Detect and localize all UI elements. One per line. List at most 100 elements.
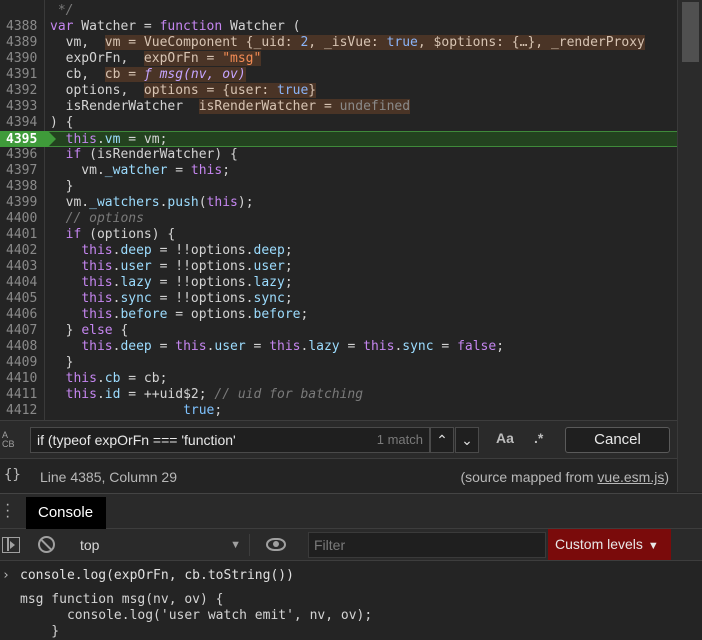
line-number[interactable]: 4389 [6, 35, 42, 51]
code-line: 4388 var Watcher = function Watcher ( [0, 19, 677, 35]
line-number[interactable]: 4409 [6, 355, 42, 371]
line-number[interactable]: 4398 [6, 179, 42, 195]
code-text: this.deep = !!options.deep; [81, 243, 293, 258]
editor-scrollbar-thumb[interactable] [682, 2, 699, 62]
log-levels-dropdown[interactable]: Custom levels ▼ [548, 529, 671, 560]
editor-status-bar: {} Line 4385, Column 29 (source mapped f… [0, 458, 677, 493]
line-number[interactable]: 4397 [6, 163, 42, 179]
source-map-info: (source mapped from vue.esm.js) [460, 469, 669, 485]
prompt-chevron-icon: › [2, 568, 10, 583]
code-line: 4396 if (isRenderWatcher) { [0, 147, 677, 163]
line-number[interactable]: 4410 [6, 371, 42, 387]
clear-console-icon[interactable] [38, 536, 55, 553]
code-line: 4393 isRenderWatcher isRenderWatcher = u… [0, 99, 677, 115]
line-number[interactable]: 4406 [6, 307, 42, 323]
match-count: 1 match [376, 432, 423, 447]
more-options-icon[interactable]: · · · [5, 497, 13, 525]
line-number[interactable]: 4388 [6, 19, 42, 35]
code-text: var Watcher = function Watcher ( [50, 19, 301, 34]
chevron-up-icon: ⌃ [436, 432, 448, 448]
code-text: // options [65, 211, 144, 226]
code-line: 4394 ) { [0, 115, 677, 131]
replace-toggle-icon[interactable]: A CB [2, 431, 24, 453]
line-number[interactable]: 4390 [6, 51, 42, 67]
show-sidebar-icon[interactable] [2, 537, 20, 553]
search-input[interactable]: if (typeof expOrFn === 'function' 1 matc… [30, 427, 430, 453]
code-line: 4407 } else { [0, 323, 677, 339]
regex-button[interactable]: .* [534, 430, 543, 446]
execution-line: 4395 this.vm = vm; [0, 131, 677, 147]
previous-match-button[interactable]: ⌃ [430, 427, 454, 453]
line-number[interactable]: 4404 [6, 275, 42, 291]
code-line: 4398 } [0, 179, 677, 195]
line-number[interactable]: 4392 [6, 83, 42, 99]
line-number[interactable]: 4402 [6, 243, 42, 259]
match-case-button[interactable]: Aa [496, 430, 514, 446]
chevron-down-icon: ⌄ [461, 432, 473, 448]
code-text: this.id = ++uid$2; // uid for batching [65, 387, 364, 402]
console-output[interactable]: › console.log(expOrFn, cb.toString()) ms… [0, 561, 702, 640]
cursor-position: Line 4385, Column 29 [40, 469, 177, 485]
line-number[interactable]: 4393 [6, 99, 42, 115]
line-number[interactable]: 4407 [6, 323, 42, 339]
code-line: 4409 } [0, 355, 677, 371]
code-text: vm._watchers.push(this); [50, 195, 254, 210]
live-expression-eye-icon[interactable] [266, 538, 286, 551]
line-number[interactable]: 4405 [6, 291, 42, 307]
code-text: vm._watcher = this; [50, 163, 231, 178]
code-text: if (options) { [65, 227, 176, 242]
code-text: true; [183, 403, 223, 418]
code-line: 4399 vm._watchers.push(this); [0, 195, 677, 211]
code-text: this.lazy = !!options.lazy; [81, 275, 293, 290]
cancel-search-button[interactable]: Cancel [565, 427, 670, 453]
source-editor[interactable]: */4388 var Watcher = function Watcher (43… [0, 0, 677, 420]
code-text: this.sync = !!options.sync; [81, 291, 293, 306]
caret-down-icon: ▼ [647, 540, 659, 552]
code-text: } else { [50, 323, 129, 338]
console-output-line: msg function msg(nv, ov) { [20, 592, 224, 607]
code-line: 4406 this.before = options.before; [0, 307, 677, 323]
code-line: 4410 this.cb = cb; [0, 371, 677, 387]
code-text: if (isRenderWatcher) { [65, 147, 238, 162]
line-number[interactable]: 4399 [6, 195, 42, 211]
code-line: 4389 vm, vm = VueComponent {_uid: 2, _is… [0, 35, 677, 51]
code-line: 4403 this.user = !!options.user; [0, 259, 677, 275]
code-line: 4411 this.id = ++uid$2; // uid for batch… [0, 387, 677, 403]
line-number[interactable]: 4401 [6, 227, 42, 243]
line-number[interactable]: 4395 [6, 132, 42, 148]
console-command: console.log(expOrFn, cb.toString()) [20, 568, 294, 583]
line-number[interactable]: 4412 [6, 403, 42, 419]
code-line: 4412 true; [0, 403, 677, 419]
editor-scrollbar[interactable] [677, 0, 702, 492]
code-text: options, options = {user: true} [50, 83, 317, 98]
caret-down-icon: ▼ [230, 539, 241, 551]
line-number[interactable]: 4408 [6, 339, 42, 355]
tab-console[interactable]: Console [26, 497, 106, 529]
code-line: 4408 this.deep = this.user = this.lazy =… [0, 339, 677, 355]
code-text: ) { [50, 115, 74, 130]
code-text: this.cb = cb; [65, 371, 168, 386]
line-number[interactable]: 4403 [6, 259, 42, 275]
code-text: this.user = !!options.user; [81, 259, 293, 274]
code-line: 4404 this.lazy = !!options.lazy; [0, 275, 677, 291]
drawer-header: · · · Console [0, 493, 702, 529]
next-match-button[interactable]: ⌄ [455, 427, 479, 453]
code-line: 4405 this.sync = !!options.sync; [0, 291, 677, 307]
filter-input[interactable]: Filter [308, 532, 546, 558]
search-query: if (typeof expOrFn === 'function' [37, 432, 236, 448]
context-selector[interactable]: top ▼ [72, 534, 250, 556]
console-output-line: console.log('user watch emit', nv, ov); [20, 608, 373, 623]
line-number[interactable]: 4396 [6, 147, 42, 163]
line-number[interactable]: 4411 [6, 387, 42, 403]
line-number[interactable]: 4391 [6, 67, 42, 83]
code-text: vm, vm = VueComponent {_uid: 2, _isVue: … [50, 35, 645, 50]
code-text: } [50, 355, 74, 370]
code-line: 4402 this.deep = !!options.deep; [0, 243, 677, 259]
source-file-link[interactable]: vue.esm.js [597, 469, 664, 485]
line-number[interactable]: 4400 [6, 211, 42, 227]
console-output-line: } [20, 624, 60, 639]
pretty-print-icon[interactable]: {} [4, 467, 21, 483]
context-value: top [80, 537, 100, 553]
code-text: this.before = options.before; [81, 307, 309, 322]
line-number[interactable]: 4394 [6, 115, 42, 131]
